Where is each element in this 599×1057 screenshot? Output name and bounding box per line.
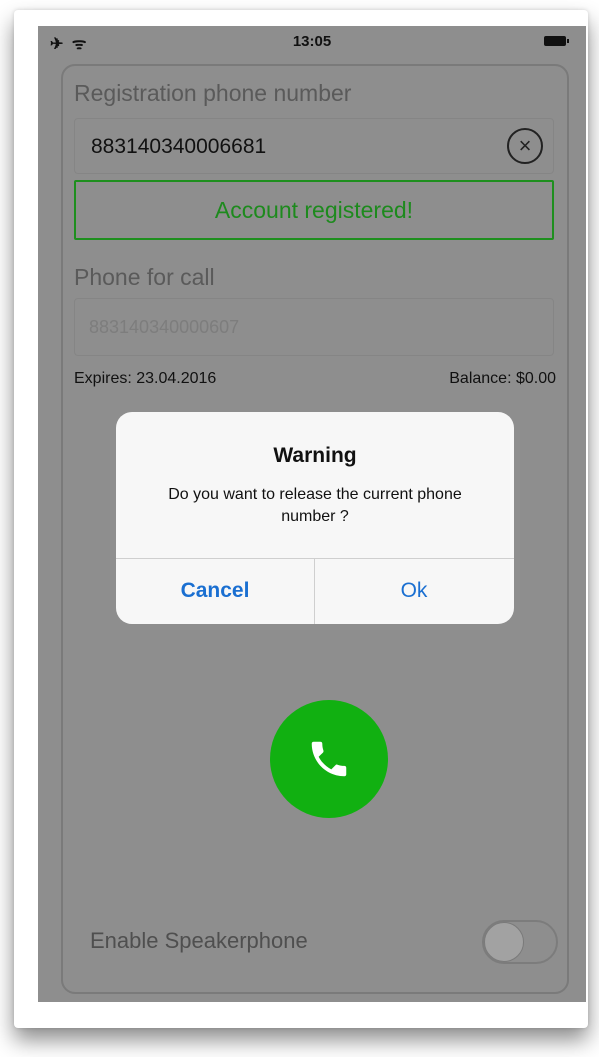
phone-for-call-field[interactable]: 883140340000607 [74,298,554,356]
phone-screen: ✈ ᯤ 13:05 Registration phone number 8831… [38,26,586,1002]
phone-for-call-placeholder: 883140340000607 [89,317,240,337]
registration-status-text: Account registered! [214,196,414,223]
phone-for-call-label: Phone for call [74,264,215,290]
status-bar: ✈ ᯤ 13:05 [38,26,586,56]
ok-button[interactable]: Ok [315,558,513,624]
registration-status-box: Account registered! [74,180,554,240]
battery-icon [544,36,569,46]
registration-label: Registration phone number [74,80,352,106]
speakerphone-toggle[interactable] [482,920,558,964]
balance-text: Balance: $0.00 [449,370,556,387]
toggle-knob [484,922,524,962]
status-time: 13:05 [292,33,332,50]
warning-alert: Warning Do you want to release the curre… [116,412,514,624]
registration-phone-field[interactable]: 883140340006681 × [74,118,554,174]
expires-text: Expires: 23.04.2016 [74,370,217,387]
alert-title: Warning [273,444,357,467]
call-button[interactable] [270,700,388,818]
cancel-button[interactable]: Cancel [116,558,314,624]
close-circle-icon[interactable]: × [507,128,543,164]
phone-icon [311,741,347,777]
speakerphone-label: Enable Speakerphone [90,928,308,953]
registration-phone-value: 883140340006681 [91,135,267,158]
alert-message: Do you want to release the current phone… [168,486,462,525]
